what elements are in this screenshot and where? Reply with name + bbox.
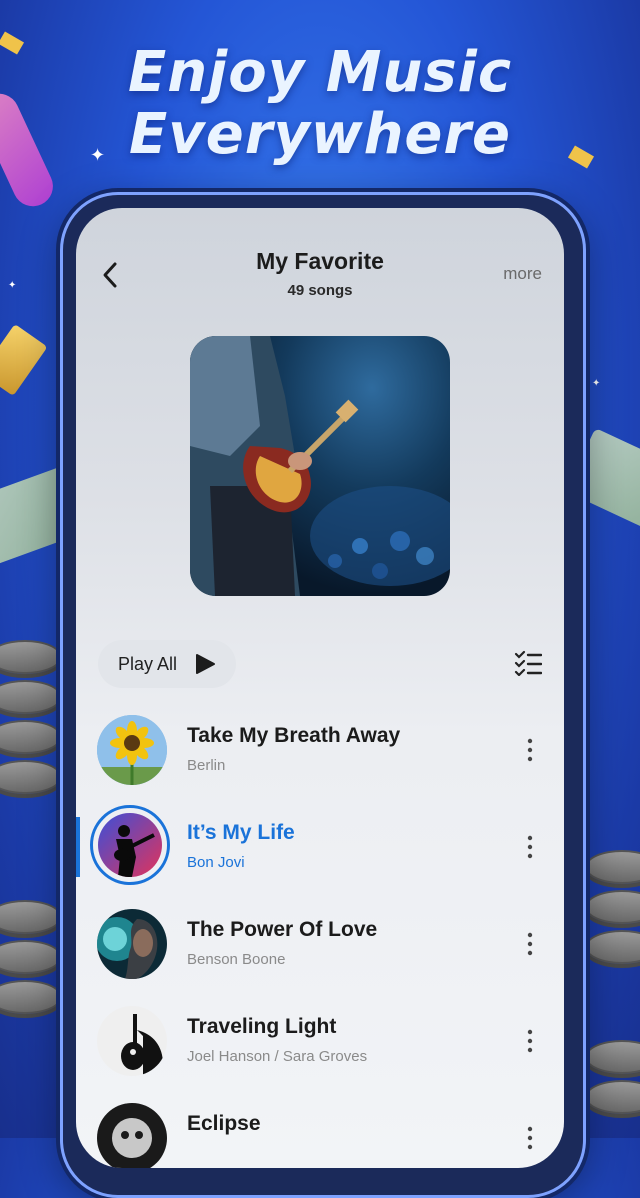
coin-decoration	[585, 1040, 640, 1074]
play-all-button[interactable]: Play All	[98, 640, 236, 688]
song-list: Take My Breath Away Berlin It’s My Life …	[76, 704, 564, 1168]
play-all-label: Play All	[118, 653, 178, 674]
coin-decoration	[0, 640, 62, 674]
coin-decoration	[0, 980, 62, 1014]
guitarist-image	[190, 336, 450, 596]
song-title: Traveling Light	[187, 1015, 337, 1038]
song-title: Take My Breath Away	[187, 724, 401, 747]
sparkle-icon: ✦	[592, 378, 601, 389]
song-title: Eclipse	[187, 1112, 261, 1135]
multi-select-icon[interactable]	[514, 650, 542, 676]
more-options-icon[interactable]	[526, 1029, 534, 1053]
top-bar: My Favorite 49 songs more	[76, 208, 564, 318]
coin-decoration	[585, 890, 640, 924]
song-row[interactable]: Eclipse	[76, 1092, 564, 1168]
song-row[interactable]: The Power Of Love Benson Boone	[76, 898, 564, 995]
song-artist: Joel Hanson / Sara Groves	[187, 1048, 368, 1065]
coin-decoration	[0, 900, 62, 934]
headline-line-2: Everywhere	[128, 102, 512, 167]
song-title: It’s My Life	[187, 821, 295, 844]
song-artist: Benson Boone	[187, 951, 286, 968]
sparkle-icon: ✦	[8, 280, 17, 291]
song-artist: Bon Jovi	[187, 854, 245, 871]
coin-decoration	[0, 680, 62, 714]
song-row-active[interactable]: It’s My Life Bon Jovi	[76, 801, 564, 898]
song-artwork	[97, 715, 167, 785]
page-title: My Favorite	[256, 248, 384, 274]
gold-bar-decoration	[0, 323, 48, 397]
play-icon	[196, 654, 215, 674]
more-options-icon[interactable]	[526, 835, 534, 859]
song-row[interactable]: Traveling Light Joel Hanson / Sara Grove…	[76, 995, 564, 1092]
coin-decoration	[585, 930, 640, 964]
coin-decoration	[0, 940, 62, 974]
promo-headline: Enjoy Music Everywhere	[0, 42, 640, 166]
song-title: The Power Of Love	[187, 918, 378, 941]
coin-decoration	[585, 850, 640, 884]
headline-line-1: Enjoy Music	[127, 40, 513, 105]
phone-screen: My Favorite 49 songs more Play All Take …	[76, 208, 564, 1168]
song-artwork	[97, 1006, 167, 1076]
song-artist: Berlin	[187, 757, 226, 774]
coin-decoration	[0, 720, 62, 754]
coin-decoration	[0, 760, 62, 794]
more-button[interactable]: more	[503, 264, 542, 284]
more-options-icon[interactable]	[526, 738, 534, 762]
song-row[interactable]: Take My Breath Away Berlin	[76, 704, 564, 801]
more-options-icon[interactable]	[526, 932, 534, 956]
song-artwork	[97, 909, 167, 979]
more-options-icon[interactable]	[526, 1126, 534, 1150]
song-count: 49 songs	[287, 282, 353, 299]
playlist-cover-image	[190, 336, 450, 596]
song-artwork	[97, 1103, 167, 1168]
now-playing-indicator	[76, 817, 80, 877]
song-artwork	[98, 813, 162, 877]
coin-decoration	[585, 1080, 640, 1114]
